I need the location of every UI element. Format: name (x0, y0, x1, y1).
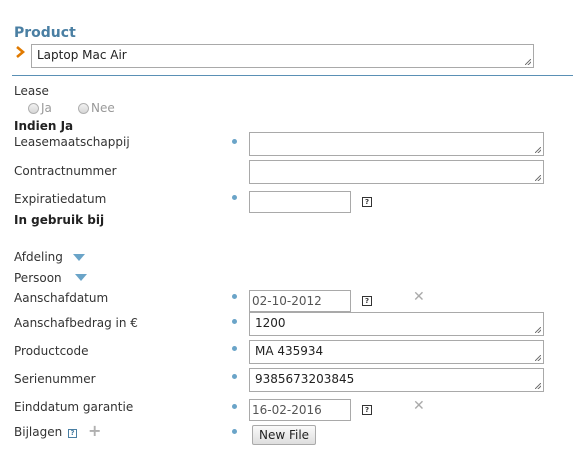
section-divider (12, 75, 573, 76)
aanschafdatum-label: Aanschafdatum (14, 291, 109, 305)
clipped-header-text: ··· ··· ··· (6, 0, 44, 5)
in-use-heading: In gebruik bij (14, 213, 105, 227)
clear-icon[interactable]: ✕ (413, 399, 425, 413)
calendar-icon[interactable]: ? (362, 296, 372, 306)
expiratiedatum-field[interactable] (249, 191, 351, 213)
help-icon[interactable]: ? (68, 429, 77, 438)
lease-option-ja-label: Ja (41, 101, 52, 115)
aanschafdatum-field[interactable]: 02-10-2012 (249, 290, 351, 312)
aanschafbedrag-field[interactable]: 1200 (249, 312, 544, 336)
afdeling-dropdown-icon[interactable] (73, 254, 85, 261)
leasemaatschappij-label: Leasemaatschappij (14, 135, 130, 149)
calendar-icon[interactable]: ? (362, 197, 372, 207)
lease-option-nee-label: Nee (91, 101, 115, 115)
leasemaatschappij-field[interactable] (249, 132, 544, 156)
required-dot-icon (232, 374, 237, 379)
productcode-label: Productcode (14, 344, 89, 358)
product-name-field[interactable]: Laptop Mac Air (31, 44, 534, 68)
lease-radio-nee[interactable]: Nee (78, 101, 115, 115)
serienummer-field[interactable]: 9385673203845 (249, 368, 544, 392)
required-dot-icon (232, 195, 237, 200)
bijlagen-label: Bijlagen (14, 425, 63, 439)
if-yes-heading: Indien Ja (14, 119, 74, 133)
contractnummer-label: Contractnummer (14, 164, 117, 178)
contractnummer-field[interactable] (249, 160, 544, 184)
clear-icon[interactable]: ✕ (413, 290, 425, 304)
lease-radio-ja[interactable]: Ja (28, 101, 52, 115)
persoon-dropdown-icon[interactable] (75, 274, 87, 281)
serienummer-label: Serienummer (14, 372, 96, 386)
radio-icon (78, 102, 89, 114)
lease-label: Lease (14, 84, 49, 98)
einddatum-label: Einddatum garantie (14, 400, 134, 414)
expiratiedatum-label: Expiratiedatum (14, 192, 107, 206)
einddatum-field[interactable]: 16-02-2016 (249, 399, 351, 421)
required-dot-icon (232, 429, 237, 434)
productcode-field[interactable]: MA 435934 (249, 340, 544, 364)
required-dot-icon (232, 346, 237, 351)
required-dot-icon (232, 294, 237, 299)
product-section-title: Product (14, 25, 76, 41)
plus-icon[interactable]: + (88, 423, 101, 439)
new-file-button[interactable]: New File (252, 425, 317, 445)
aanschafbedrag-label: Aanschafbedrag in € (14, 316, 138, 330)
required-dot-icon (232, 404, 237, 409)
afdeling-label[interactable]: Afdeling (14, 250, 63, 264)
calendar-icon[interactable]: ? (362, 405, 372, 415)
required-dot-icon (232, 139, 237, 144)
persoon-label[interactable]: Persoon (14, 271, 62, 285)
chevron-right-icon[interactable] (14, 44, 28, 60)
required-dot-icon (232, 319, 237, 324)
radio-icon (28, 102, 39, 114)
